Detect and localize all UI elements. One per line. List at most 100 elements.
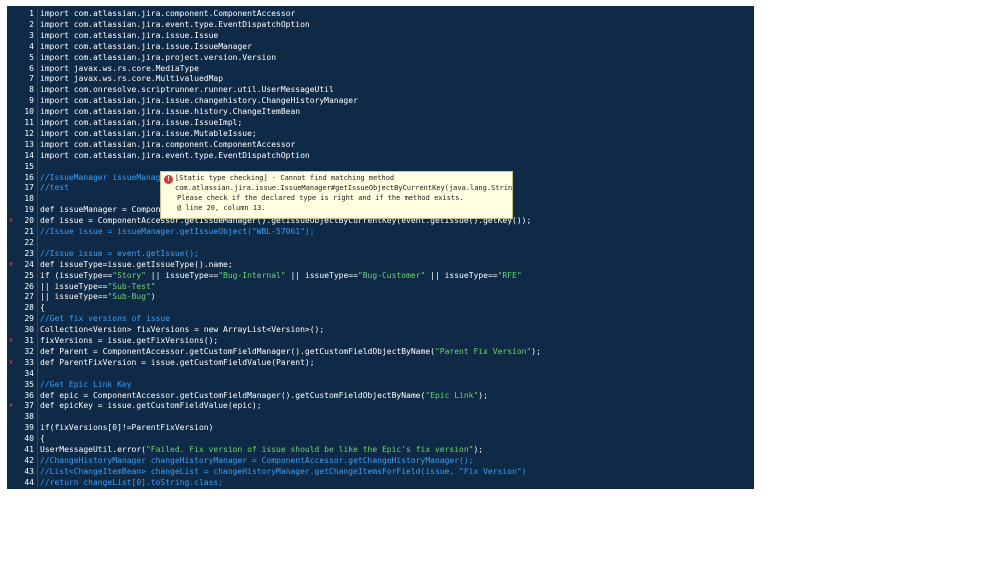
line-number: 29: [24, 314, 34, 324]
code-line[interactable]: //Get Epic Link Key: [40, 379, 132, 390]
error-marker-icon[interactable]: ✕: [9, 217, 15, 224]
string-literal: "Sub-Bug": [107, 292, 151, 302]
line-number: 16: [24, 172, 34, 182]
code-line[interactable]: //ChangeHistoryManager changeHistoryMana…: [40, 455, 473, 466]
line-number: 3: [29, 30, 34, 40]
line-number: 7: [29, 74, 34, 84]
code-line[interactable]: import com.atlassian.jira.component.Comp…: [40, 8, 295, 19]
code-line[interactable]: import com.atlassian.jira.event.type.Eve…: [40, 150, 310, 161]
line-number: 21: [24, 227, 34, 236]
line-number: 32: [24, 346, 34, 356]
code-line[interactable]: UserMessageUtil.error("Failed. Fix versi…: [40, 444, 483, 455]
line-number: 18: [24, 194, 34, 204]
error-icon: !: [164, 175, 173, 184]
code-line[interactable]: {: [40, 302, 45, 313]
error-marker-icon[interactable]: ✕: [9, 402, 15, 409]
tooltip-line-1: [Static type checking] - Cannot find mat…: [175, 174, 395, 182]
tooltip-line-4: @ line 20, column 13.: [177, 204, 266, 212]
line-number: 28: [24, 303, 34, 313]
string-literal: "Sub-Test": [107, 281, 156, 291]
code-line[interactable]: || issueType=="Sub-Test": [40, 281, 156, 292]
line-number: 11: [24, 118, 34, 127]
code-line[interactable]: import com.atlassian.jira.component.Comp…: [40, 139, 295, 150]
string-literal: "Bug-Customer": [357, 270, 426, 280]
error-marker-icon[interactable]: ✕: [9, 260, 15, 267]
code-line[interactable]: if (issueType=="Story" || issueType=="Bu…: [40, 270, 522, 281]
code-line[interactable]: def issueManager = Componen: [40, 204, 170, 215]
line-number: 9: [29, 96, 34, 106]
error-marker-icon[interactable]: ✕: [9, 337, 15, 344]
code-line[interactable]: || issueType=="Sub-Bug"): [40, 291, 156, 302]
line-number: 35: [24, 379, 34, 389]
string-literal: "Bug-Internal": [218, 270, 286, 280]
code-line[interactable]: def epicKey = issue.getCustomFieldValue(…: [40, 400, 262, 411]
line-number: 41: [24, 445, 34, 454]
code-line[interactable]: //Issue issue = event.getIssue();: [40, 248, 199, 259]
line-number: 12: [24, 128, 34, 138]
code-line[interactable]: import javax.ws.rs.core.MultivaluedMap: [40, 73, 223, 84]
tooltip-line-2: com.atlassian.jira.issue.IssueManager#ge…: [175, 184, 513, 192]
code-line[interactable]: //return changeList[0].toString.class;: [40, 477, 223, 488]
code-line[interactable]: //Get fix versions of issue: [40, 313, 170, 324]
line-number: 44: [24, 477, 34, 487]
string-literal: "RFE": [497, 270, 522, 280]
line-number: 10: [24, 107, 34, 117]
code-editor[interactable]: 1 2 3 4 5 6 7 8 9 10 11 12 13 14 15 16 17 18 19 20 ✕ 21 22 23 24…: [7, 6, 754, 489]
code-line[interactable]: import com.onresolve.scriptrunner.runner…: [40, 84, 334, 95]
line-number: 17: [24, 183, 34, 193]
code-line[interactable]: def ParentFixVersion = issue.getCustomFi…: [40, 357, 315, 368]
string-literal: "Story": [112, 270, 146, 280]
code-line[interactable]: {: [40, 433, 45, 444]
code-line[interactable]: import com.atlassian.jira.project.versio…: [40, 52, 276, 63]
line-number: 15: [24, 161, 34, 171]
code-area[interactable]: import com.atlassian.jira.component.Comp…: [40, 6, 754, 489]
line-number: 4: [29, 41, 34, 51]
line-number: 5: [29, 52, 34, 62]
code-line[interactable]: //IssueManager issueManager: [40, 172, 170, 183]
line-number: 6: [29, 63, 34, 73]
line-number: 42: [24, 455, 34, 465]
code-line[interactable]: def epic = ComponentAccessor.getCustomFi…: [40, 390, 488, 401]
error-marker-icon[interactable]: ✕: [9, 358, 15, 365]
line-number: 14: [24, 150, 34, 160]
code-line[interactable]: import javax.ws.rs.core.MediaType: [40, 63, 199, 74]
line-number: 8: [29, 85, 34, 95]
code-line[interactable]: import com.atlassian.jira.issue.IssueImp…: [40, 117, 242, 128]
code-line[interactable]: import com.atlassian.jira.issue.history.…: [40, 106, 300, 117]
line-number: 40: [24, 434, 34, 444]
code-line[interactable]: //List<ChangeItemBean> changeList = chan…: [40, 466, 526, 477]
line-number: 23: [24, 248, 34, 258]
line-number: 43: [24, 466, 34, 476]
line-number: 39: [24, 423, 34, 433]
line-number: 30: [24, 325, 34, 335]
line-number-gutter: 1 2 3 4 5 6 7 8 9 10 11 12 13 14 15 16 17 18 19 20 ✕ 21 22 23 24…: [7, 6, 38, 489]
code-line[interactable]: import com.atlassian.jira.issue.Issue: [40, 30, 218, 41]
string-literal: "Parent Fix Version": [434, 346, 532, 356]
code-line[interactable]: //test: [40, 182, 69, 193]
code-line[interactable]: //Issue issue = issueManager.getIssueObj…: [40, 226, 315, 237]
code-line[interactable]: def issueType=issue.getIssueType().name;: [40, 259, 233, 270]
line-number: 22: [24, 237, 34, 247]
line-number: 34: [24, 368, 34, 378]
line-number: 1: [29, 9, 34, 18]
line-number: 19: [24, 205, 34, 215]
string-literal: "Failed. Fix version of issue should be …: [145, 445, 474, 454]
error-tooltip: ! [Static type checking] - Cannot find m…: [160, 171, 513, 219]
code-line[interactable]: def Parent = ComponentAccessor.getCustom…: [40, 346, 541, 357]
code-line[interactable]: import com.atlassian.jira.issue.MutableI…: [40, 128, 257, 139]
line-number: 25: [24, 270, 34, 280]
code-line[interactable]: Collection<Version> fixVersions = new Ar…: [40, 324, 324, 335]
line-number: 26: [24, 281, 34, 291]
line-number: 27: [24, 292, 34, 302]
code-line[interactable]: fixVersions = issue.getFixVersions();: [40, 335, 218, 346]
code-line[interactable]: if(fixVersions[0]!=ParentFixVersion): [40, 422, 213, 433]
line-number: 2: [29, 19, 34, 29]
line-number: 13: [24, 139, 34, 149]
string-literal: "Epic Link": [425, 390, 479, 400]
line-number: 38: [24, 412, 34, 422]
code-line[interactable]: import com.atlassian.jira.event.type.Eve…: [40, 19, 310, 30]
code-line[interactable]: import com.atlassian.jira.issue.IssueMan…: [40, 41, 252, 52]
code-line[interactable]: import com.atlassian.jira.issue.changehi…: [40, 95, 358, 106]
line-number: 36: [24, 390, 34, 400]
tooltip-line-3: Please check if the declared type is rig…: [177, 194, 464, 202]
